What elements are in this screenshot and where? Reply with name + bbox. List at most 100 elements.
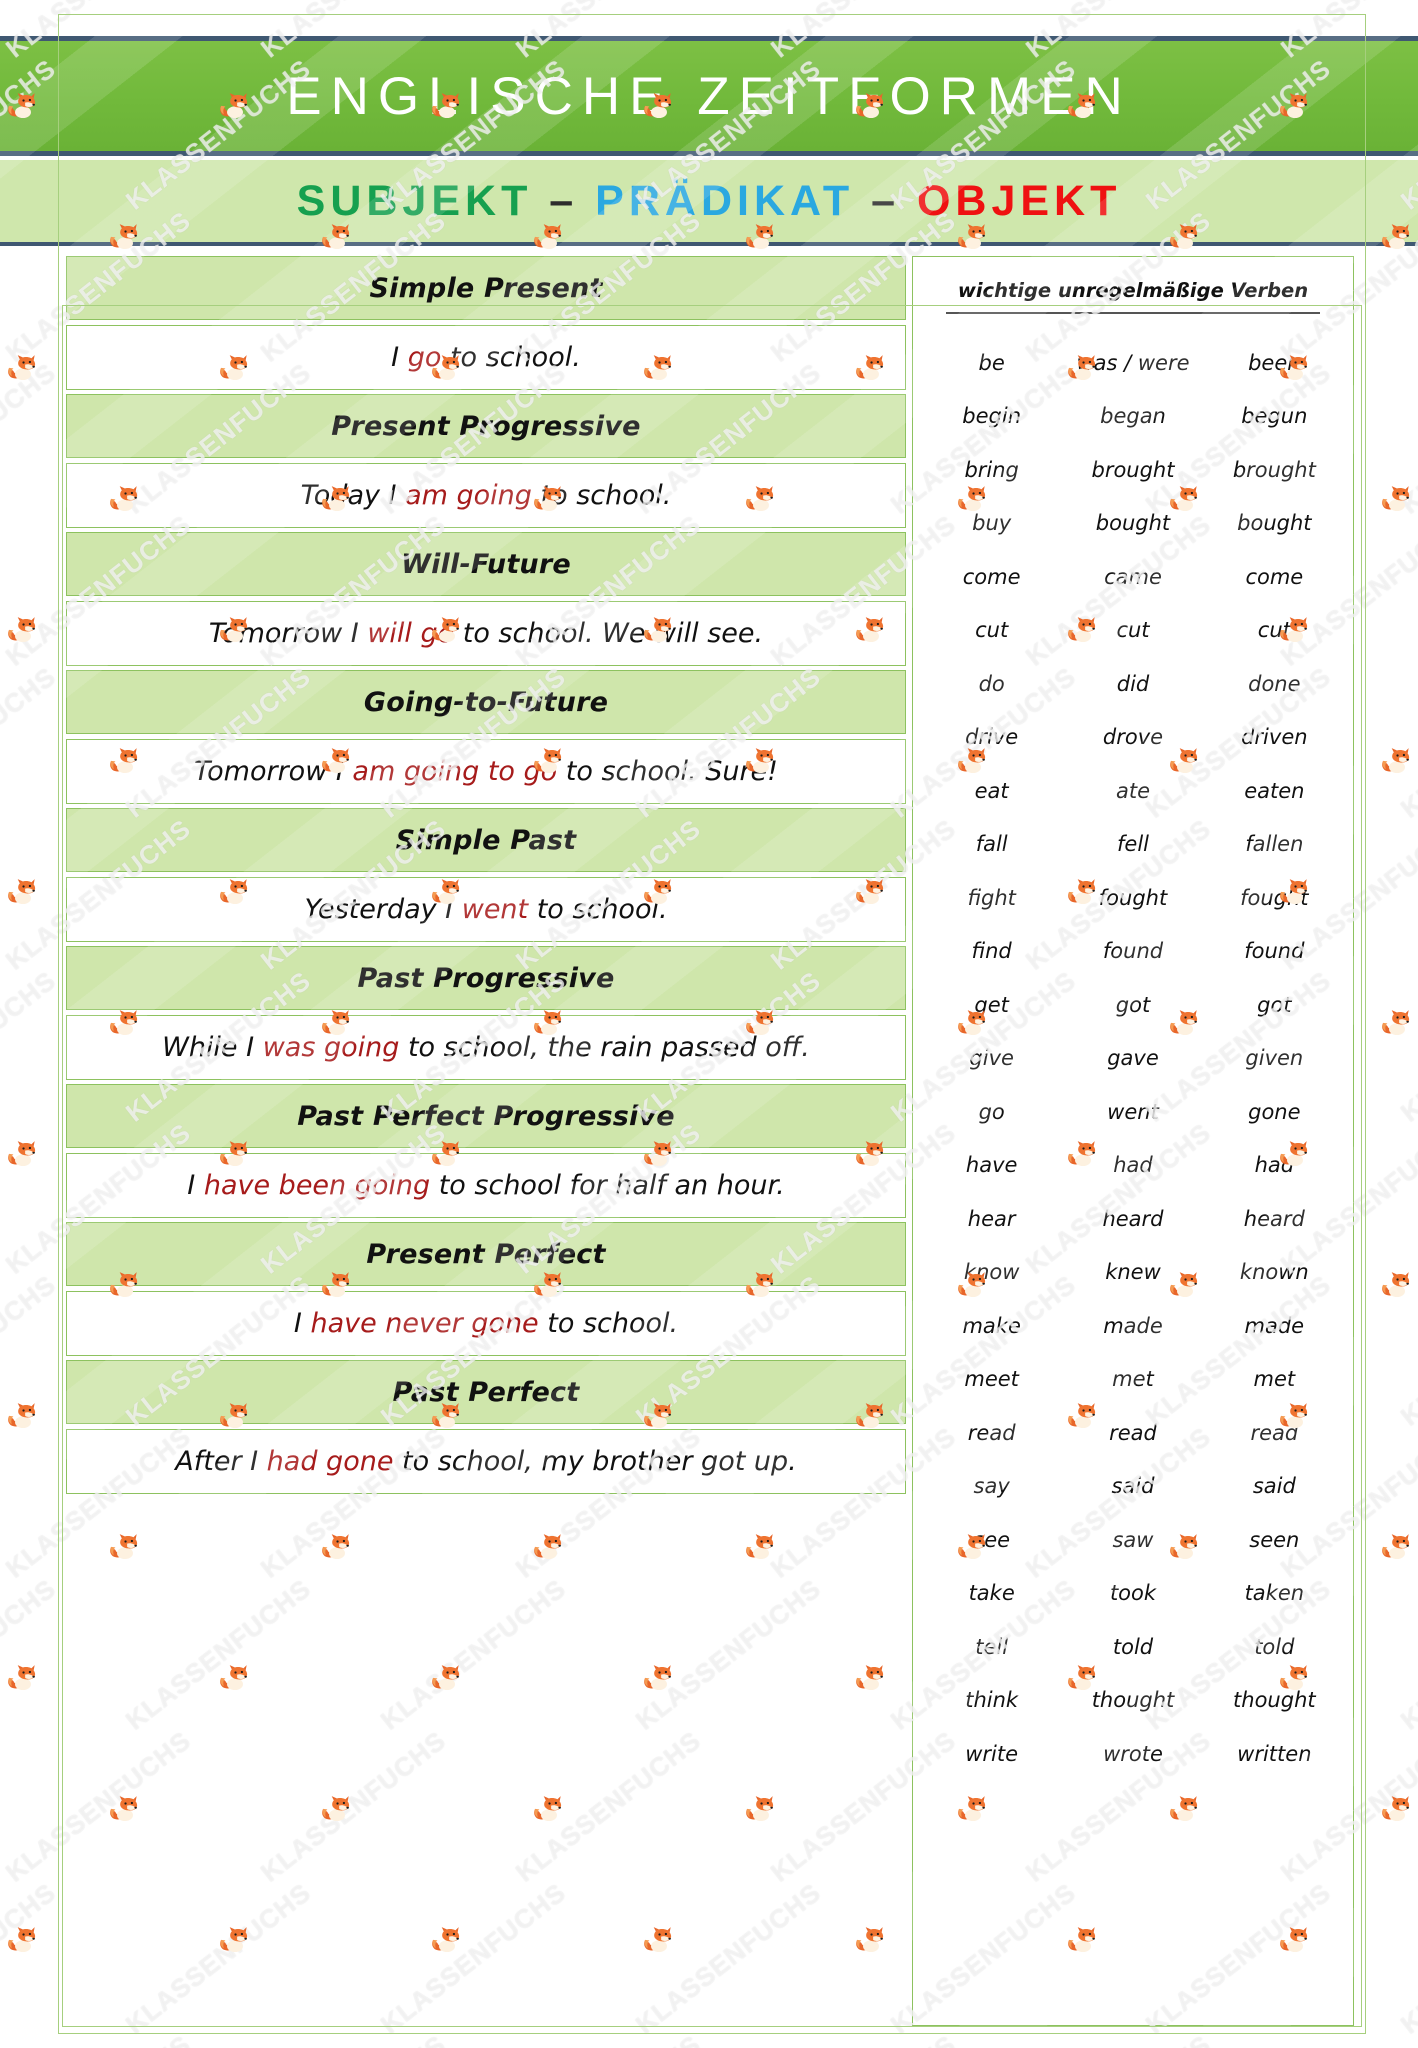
verb-simple-past: heard xyxy=(1102,1206,1164,1231)
verb-past-participle: driven xyxy=(1241,725,1308,750)
page-title: ENGLISCHE ZEITFORMEN xyxy=(286,66,1132,126)
verb-simple-past: fell xyxy=(1117,832,1149,857)
tense-name: Going-to-Future xyxy=(363,686,609,718)
tense-group: Simple Present I go to school. xyxy=(66,256,906,390)
sentence-verb-highlight: go xyxy=(407,342,442,373)
tense-example-9: After I had gone to school, my brother g… xyxy=(66,1429,906,1494)
sentence-suffix: to school. We will see. xyxy=(454,618,764,649)
subtitle-objekt: OBJEKT xyxy=(916,176,1122,225)
sentence-prefix: I xyxy=(187,1170,204,1201)
verb-row: find found found xyxy=(921,925,1345,979)
verb-row: get got got xyxy=(921,978,1345,1032)
irregular-verbs-title: wichtige unregelmäßige Verben xyxy=(957,279,1309,302)
verb-simple-past: said xyxy=(1111,1474,1155,1499)
verb-infinitive: meet xyxy=(964,1367,1019,1392)
tense-name: Past Progressive xyxy=(357,962,615,994)
verb-infinitive: find xyxy=(971,939,1012,964)
sentence-prefix: After I xyxy=(175,1446,267,1477)
verb-past-participle: come xyxy=(1245,564,1304,589)
verb-infinitive: eat xyxy=(974,778,1009,803)
verb-infinitive: have xyxy=(965,1153,1018,1178)
verb-past-participle: had xyxy=(1254,1153,1295,1178)
verb-past-participle: done xyxy=(1248,671,1301,696)
verb-row: cut cut cut xyxy=(921,604,1345,658)
verb-past-participle: told xyxy=(1254,1634,1295,1659)
verb-past-participle: got xyxy=(1257,992,1292,1017)
verb-past-participle: fallen xyxy=(1245,832,1304,857)
verb-past-participle: met xyxy=(1253,1367,1296,1392)
example-sentence: I go to school. xyxy=(391,342,581,373)
irregular-verbs-table: be was / were been begin began begun bring brou… xyxy=(921,336,1345,1781)
verb-simple-past: took xyxy=(1109,1581,1157,1606)
tense-group: Past Perfect Progressive I have been goin… xyxy=(66,1084,906,1218)
verb-infinitive: come xyxy=(962,564,1021,589)
verb-row: meet met met xyxy=(921,1353,1345,1407)
verb-past-participle: known xyxy=(1239,1260,1309,1285)
verb-simple-past: told xyxy=(1112,1634,1154,1659)
verb-simple-past: began xyxy=(1100,404,1166,429)
verb-row: be was / were been xyxy=(921,336,1345,390)
verb-infinitive: be xyxy=(978,350,1005,375)
verb-simple-past: bought xyxy=(1095,511,1171,536)
tense-name: Will-Future xyxy=(401,548,571,580)
verb-simple-past: fought xyxy=(1098,885,1168,910)
irregular-verbs-panel: wichtige unregelmäßige Verben be was / we… xyxy=(912,256,1354,2026)
verb-row: begin began begun xyxy=(921,390,1345,444)
verb-row: know knew known xyxy=(921,1246,1345,1300)
verb-infinitive: see xyxy=(973,1527,1011,1552)
sentence-suffix: to school. xyxy=(441,342,581,373)
verb-simple-past: did xyxy=(1116,671,1150,696)
verb-past-participle: been xyxy=(1248,350,1301,375)
verb-infinitive: bring xyxy=(964,457,1019,482)
sentence-prefix: I xyxy=(391,342,408,373)
verb-infinitive: do xyxy=(978,671,1005,696)
tense-group: Simple Past Yesterday I went to school. xyxy=(66,808,906,942)
verb-simple-past: got xyxy=(1115,992,1151,1017)
verb-simple-past: brought xyxy=(1091,457,1175,482)
verb-simple-past: went xyxy=(1107,1099,1159,1124)
tense-example-6: While I was going to school, the rain pa… xyxy=(66,1015,906,1080)
subtitle-dash-1: – xyxy=(532,176,596,225)
tense-name: Present Progressive xyxy=(331,410,641,442)
verb-simple-past: cut xyxy=(1116,618,1150,643)
example-sentence: Tomorrow I will go to school. We will se… xyxy=(209,618,763,649)
verb-simple-past: drove xyxy=(1102,725,1164,750)
sentence-verb-highlight: have never gone xyxy=(310,1308,539,1339)
tense-name: Present Perfect xyxy=(366,1238,606,1270)
example-sentence: Tomorrow I am going to go to school. Sur… xyxy=(194,756,778,787)
tense-name: Simple Present xyxy=(369,272,603,304)
verb-simple-past: thought xyxy=(1091,1688,1175,1713)
verb-infinitive: begin xyxy=(962,404,1022,429)
verb-past-participle: begun xyxy=(1241,404,1308,429)
sentence-verb-highlight: was going xyxy=(262,1032,400,1063)
verb-past-participle: said xyxy=(1252,1474,1296,1499)
verb-infinitive: fall xyxy=(975,832,1008,857)
verb-row: see saw seen xyxy=(921,1513,1345,1567)
tense-column: Simple Present I go to school. Present Pro… xyxy=(66,256,906,1498)
verb-row: make made made xyxy=(921,1299,1345,1353)
tense-header-6: Past Progressive xyxy=(66,946,906,1010)
example-sentence: Yesterday I went to school. xyxy=(304,894,667,925)
verb-past-participle: taken xyxy=(1244,1581,1305,1606)
verb-simple-past: had xyxy=(1113,1153,1153,1178)
verb-past-participle: read xyxy=(1250,1420,1299,1445)
verb-simple-past: saw xyxy=(1112,1527,1154,1552)
example-sentence: Today I am going to school. xyxy=(301,480,672,511)
main-content: Simple Present I go to school. Present Pro… xyxy=(0,250,1418,2040)
sentence-verb-highlight: will go xyxy=(367,618,455,649)
verb-row: eat ate eaten xyxy=(921,764,1345,818)
sentence-prefix: Today I xyxy=(300,480,406,511)
verb-simple-past: knew xyxy=(1105,1260,1161,1285)
verb-simple-past: came xyxy=(1104,564,1162,589)
verb-past-participle: cut xyxy=(1257,618,1291,643)
sentence-verb-highlight: am going xyxy=(405,480,532,511)
verb-infinitive: think xyxy=(965,1688,1019,1713)
verb-row: write wrote written xyxy=(921,1727,1345,1781)
verb-row: think thought thought xyxy=(921,1674,1345,1728)
verb-simple-past: found xyxy=(1102,939,1164,964)
verb-infinitive: read xyxy=(967,1420,1016,1445)
verb-past-participle: given xyxy=(1245,1046,1304,1071)
tense-example-8: I have never gone to school. xyxy=(66,1291,906,1356)
example-sentence: While I was going to school, the rain pa… xyxy=(162,1032,810,1063)
verb-simple-past: ate xyxy=(1115,778,1150,803)
